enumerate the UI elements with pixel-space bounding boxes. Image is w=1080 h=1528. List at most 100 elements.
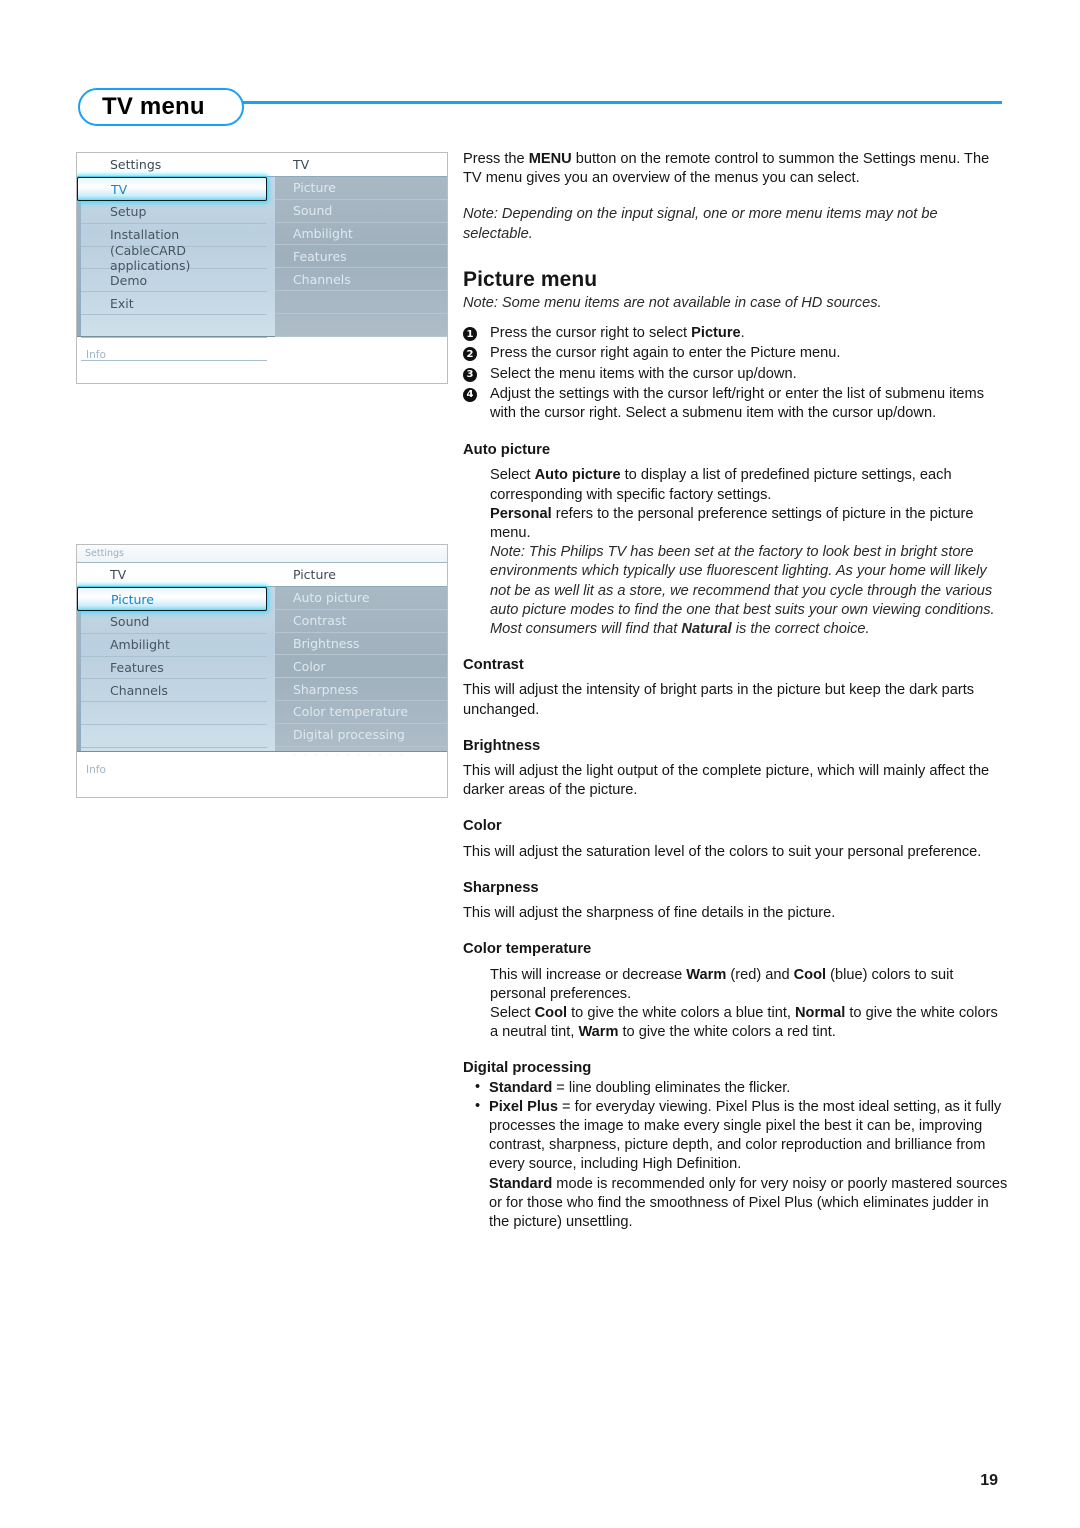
osd2-left-header: TV — [110, 567, 127, 582]
osd2-item-sound[interactable]: Sound — [81, 611, 267, 634]
osd1-right-header: TV — [292, 157, 310, 172]
osd2-item-empty-2 — [81, 725, 267, 748]
step-number-icon: 4 — [463, 387, 477, 402]
osd1-item-exit[interactable]: Exit — [81, 292, 267, 315]
osd1-sub-empty-2 — [274, 314, 447, 337]
osd2-sub-sharpness[interactable]: Sharpness — [274, 678, 447, 701]
osd1-left-column: TV Setup Installation (CableCARD applica… — [77, 177, 275, 361]
osd1-item-cablecard-applications[interactable]: (CableCARD applications) — [81, 243, 267, 273]
step-number-icon: 3 — [463, 367, 477, 382]
osd2-right-header: Picture — [292, 567, 336, 582]
osd1-sub-ambilight[interactable]: Ambilight — [274, 223, 447, 246]
cool-keyword-2: Cool — [534, 1004, 568, 1021]
osd1-sub-sound[interactable]: Sound — [274, 200, 447, 223]
auto-picture-note: Note: This Philips TV has been set at th… — [490, 543, 1008, 639]
standard-keyword-2: Standard — [489, 1175, 553, 1192]
cool-keyword: Cool — [793, 966, 827, 983]
auto-picture-p1: Select Auto picture to display a list of… — [490, 466, 1008, 504]
standard-tail-text: mode is recommended only for very noisy … — [489, 1175, 1008, 1230]
digital-processing-tail: Standard mode is recommended only for ve… — [489, 1175, 1008, 1233]
osd1-item-empty-2 — [81, 338, 267, 361]
digital-processing-bullets: • Standard = line doubling eliminates the… — [475, 1079, 1008, 1175]
auto-picture-p2: Personal refers to the personal preferen… — [490, 505, 1008, 543]
osd-screenshot-tv-menu: Settings TV TV Setup Installation (Cable… — [76, 152, 448, 384]
page-header: TV menu — [78, 88, 1002, 134]
osd2-column-headers: TV Picture — [77, 563, 447, 587]
osd2-left-column: Picture Sound Ambilight Features Channel… — [77, 587, 275, 751]
osd2-item-ambilight[interactable]: Ambilight — [81, 634, 267, 657]
picture-menu-steps: 1 Press the cursor right to select Pictur… — [463, 324, 1008, 423]
ct-p2-c: to give the white colors a blue tint, — [567, 1004, 796, 1021]
osd2-sub-contrast[interactable]: Contrast — [274, 610, 447, 633]
normal-keyword: Normal — [795, 1004, 846, 1021]
step-1-text-b: . — [740, 325, 745, 342]
ct-p2-g: to give the white colors a red tint. — [618, 1024, 836, 1041]
osd1-column-headers: Settings TV — [77, 153, 447, 177]
section-heading-picture-menu: Picture menu — [463, 267, 598, 291]
osd1-right-column: Picture Sound Ambilight Features Channel… — [274, 177, 447, 337]
personal-keyword: Personal — [490, 505, 552, 522]
color-temperature-p1: This will increase or decrease Warm (red… — [490, 966, 1008, 1004]
osd2-sub-color[interactable]: Color — [274, 655, 447, 679]
intro-note: Note: Depending on the input signal, one… — [463, 206, 938, 242]
osd2-scroll-dots-indicator: · · · · · · · · · · · — [292, 750, 406, 761]
osd2-breadcrumb-label: Settings — [85, 548, 124, 559]
ct-p2-a: Select — [490, 1004, 535, 1021]
subheading-color: Color — [463, 818, 502, 835]
osd1-sub-channels[interactable]: Channels — [274, 268, 447, 291]
osd2-right-column: Auto picture Contrast Brightness Color S… — [274, 587, 447, 761]
auto-picture-body: Select Auto picture to display a list of… — [490, 466, 1008, 639]
header-rule — [238, 101, 1002, 104]
osd2-item-features[interactable]: Features — [81, 657, 267, 680]
step-item-4: 4 Adjust the settings with the cursor lef… — [463, 385, 1008, 423]
intro-paragraph: Press the MENU button on the remote cont… — [463, 150, 1008, 188]
picture-menu-note: Note: Some menu items are not available … — [463, 295, 882, 312]
osd2-sub-auto-picture[interactable]: Auto picture — [274, 587, 447, 610]
color-temperature-body: This will increase or decrease Warm (red… — [490, 966, 1008, 1043]
pixel-plus-keyword: Pixel Plus — [489, 1098, 558, 1115]
osd2-item-picture[interactable]: Picture — [77, 587, 267, 611]
sharpness-body: This will adjust the sharpness of fine d… — [463, 905, 836, 922]
step-item-3: 3 Select the menu items with the cursor u… — [463, 365, 1008, 384]
osd1-sub-picture[interactable]: Picture — [274, 177, 447, 200]
subheading-color-temperature: Color temperature — [463, 941, 592, 958]
step-2-text: Press the cursor right again to enter th… — [490, 345, 841, 362]
osd2-sub-digital-processing[interactable]: Digital processing — [274, 724, 447, 747]
pixel-plus-text: = for everyday viewing. Pixel Plus is th… — [489, 1098, 1002, 1173]
osd1-item-setup[interactable]: Setup — [81, 201, 267, 224]
osd2-sub-brightness[interactable]: Brightness — [274, 633, 447, 656]
warm-keyword-2: Warm — [578, 1024, 619, 1041]
osd1-item-demo[interactable]: Demo — [81, 269, 267, 293]
step-item-1: 1 Press the cursor right to select Pictur… — [463, 324, 1008, 343]
page-number: 19 — [980, 1472, 998, 1489]
contrast-body: This will adjust the intensity of bright… — [463, 682, 975, 718]
subheading-auto-picture: Auto picture — [463, 442, 551, 459]
osd1-item-tv[interactable]: TV — [77, 177, 267, 201]
step-1-text-a: Press the cursor right to select — [490, 325, 692, 342]
ct-p1-a: This will increase or decrease — [490, 966, 687, 983]
osd2-sub-color-temperature[interactable]: Color temperature — [274, 701, 447, 724]
osd1-left-header: Settings — [110, 157, 162, 172]
step-4-text: Adjust the settings with the cursor left… — [490, 385, 984, 422]
natural-keyword: Natural — [681, 621, 732, 638]
osd-screenshot-picture-menu: Settings TV Picture Picture Sound Ambili… — [76, 544, 448, 798]
auto-picture-note-c: is the correct choice. — [731, 621, 870, 638]
bullet-dot-icon: • — [475, 1078, 481, 1095]
osd1-sub-features[interactable]: Features — [274, 245, 447, 269]
auto-picture-keyword: Auto picture — [534, 467, 621, 484]
color-body: This will adjust the saturation level of… — [463, 843, 982, 860]
color-temperature-p2: Select Cool to give the white colors a b… — [490, 1004, 1008, 1042]
bullet-standard: • Standard = line doubling eliminates the… — [475, 1079, 1008, 1098]
bullet-pixel-plus: • Pixel Plus = for everyday viewing. Pixe… — [475, 1098, 1008, 1175]
auto-picture-p2-c: refers to the personal preference settin… — [490, 505, 974, 542]
osd2-info-label: Info — [86, 764, 106, 776]
subheading-sharpness: Sharpness — [463, 879, 539, 896]
osd2-item-channels[interactable]: Channels — [81, 679, 267, 703]
step-item-2: 2 Press the cursor right again to enter t… — [463, 344, 1008, 363]
osd2-body: Picture Sound Ambilight Features Channel… — [77, 587, 447, 761]
step-number-icon: 2 — [463, 347, 477, 362]
step-1-bold: Picture — [691, 325, 741, 342]
menu-button-keyword: MENU — [528, 151, 572, 167]
osd1-item-empty-1 — [81, 315, 267, 338]
page-title: TV menu — [102, 93, 205, 120]
